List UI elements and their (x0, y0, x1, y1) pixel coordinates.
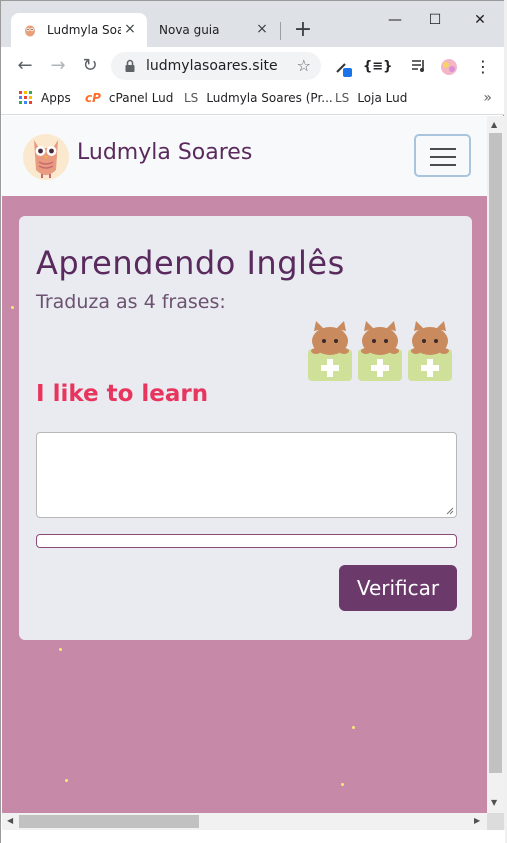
scroll-right-icon[interactable]: ▶ (474, 816, 480, 825)
minimize-button[interactable]: — (383, 9, 407, 31)
quiz-card: Aprendendo Inglês Traduza as 4 frases: I… (19, 216, 472, 640)
hamburger-icon (430, 164, 456, 166)
chrome-menu-icon[interactable]: ⋮ (473, 57, 493, 77)
scrollbar-corner (487, 813, 504, 830)
reload-button[interactable]: ↻ (79, 55, 101, 77)
sparkle-decoration (59, 648, 62, 651)
bookmark-apps[interactable]: Apps (19, 91, 71, 105)
resize-grip-icon[interactable] (446, 507, 454, 515)
vertical-scrollbar[interactable]: ▲ ▼ (487, 116, 504, 813)
tab-title: Nova guia (159, 23, 220, 37)
hamburger-icon (430, 156, 456, 158)
bookmark-label: Loja Lud (357, 91, 408, 105)
bookmark-loja-lud[interactable]: LS Loja Lud (335, 91, 407, 105)
bookmark-label: cPanel Lud (108, 91, 174, 105)
url-text: ludmylasoares.site (146, 58, 278, 74)
page-viewport: Ludmyla Soares Aprendendo Inglês Traduza… (2, 116, 487, 813)
browser-toolbar: ← → ↻ ludmylasoares.site ☆ {≡} ⋮ (1, 47, 504, 85)
translation-textarea[interactable] (36, 432, 457, 518)
brand-name[interactable]: Ludmyla Soares (77, 140, 252, 165)
horizontal-scroll-thumb[interactable] (19, 815, 199, 828)
site-navbar: Ludmyla Soares (2, 116, 487, 196)
cpanel-icon: cP (85, 91, 101, 105)
tab-separator (280, 22, 281, 40)
lives-cats-icon (308, 321, 452, 381)
tab-nova-guia[interactable]: Nova guia × (147, 13, 279, 47)
bookmarks-bar: Apps cP cPanel Lud LS Ludmyla Soares (Pr… (1, 85, 504, 115)
tab-ludmyla-soares[interactable]: Ludmyla Soa × (11, 13, 147, 47)
ls-icon: LS (335, 91, 350, 105)
cat-life-icon (358, 321, 402, 381)
scroll-down-icon[interactable]: ▼ (491, 798, 497, 807)
media-playlist-icon[interactable] (409, 57, 429, 77)
sparkle-decoration (11, 306, 14, 309)
verify-button[interactable]: Verificar (339, 565, 457, 611)
cat-life-icon (408, 321, 452, 381)
bookmark-label: Ludmyla Soares (Pr... (206, 91, 333, 105)
more-bookmarks-icon[interactable]: » (483, 90, 492, 106)
maximize-button[interactable]: ☐ (423, 9, 447, 31)
owl-logo-icon[interactable] (22, 130, 70, 182)
lock-icon (125, 59, 135, 72)
back-button[interactable]: ← (14, 55, 36, 77)
sparkle-decoration (65, 779, 68, 782)
forward-button[interactable]: → (47, 55, 69, 77)
profile-avatar-icon[interactable] (439, 57, 459, 77)
close-tab-icon[interactable]: × (253, 20, 271, 38)
scroll-left-icon[interactable]: ◀ (7, 816, 13, 825)
json-extension-icon[interactable]: {≡} (363, 57, 392, 77)
scroll-up-icon[interactable]: ▲ (491, 120, 497, 129)
owl-favicon-icon (25, 25, 35, 37)
new-tab-button[interactable]: + (291, 19, 315, 43)
sparkle-decoration (341, 783, 344, 786)
bookmark-star-icon[interactable]: ☆ (297, 56, 311, 75)
progress-bar (36, 534, 457, 548)
bookmark-cpanel[interactable]: cP cPanel Lud (85, 91, 173, 105)
sparkle-decoration (352, 726, 355, 729)
close-window-button[interactable]: ✕ (468, 9, 492, 31)
browser-window: Ludmyla Soa × Nova guia × + — ☐ ✕ ← → ↻ … (0, 0, 505, 843)
window-bottom-border (1, 830, 505, 843)
hamburger-icon (430, 148, 456, 150)
instructions-text: Traduza as 4 frases: (36, 291, 226, 313)
tab-bar: Ludmyla Soa × Nova guia × + — ☐ ✕ (1, 1, 504, 47)
navbar-toggler-button[interactable] (414, 134, 471, 177)
page-title: Aprendendo Inglês (36, 244, 345, 282)
address-bar[interactable]: ludmylasoares.site ☆ (111, 52, 321, 80)
cat-life-icon (308, 321, 352, 381)
ls-icon: LS (184, 91, 199, 105)
horizontal-scrollbar[interactable]: ◀ ▶ (2, 813, 487, 830)
bookmark-ludmyla-soares[interactable]: LS Ludmyla Soares (Pr... (184, 91, 333, 105)
vertical-scroll-thumb[interactable] (489, 133, 502, 773)
eyedropper-extension-icon[interactable] (333, 57, 353, 77)
bookmark-label: Apps (41, 91, 71, 105)
apps-grid-icon (19, 91, 32, 104)
phrase-to-translate: I like to learn (36, 381, 209, 407)
tab-title: Ludmyla Soa (47, 23, 121, 37)
close-tab-icon[interactable]: × (121, 20, 139, 38)
